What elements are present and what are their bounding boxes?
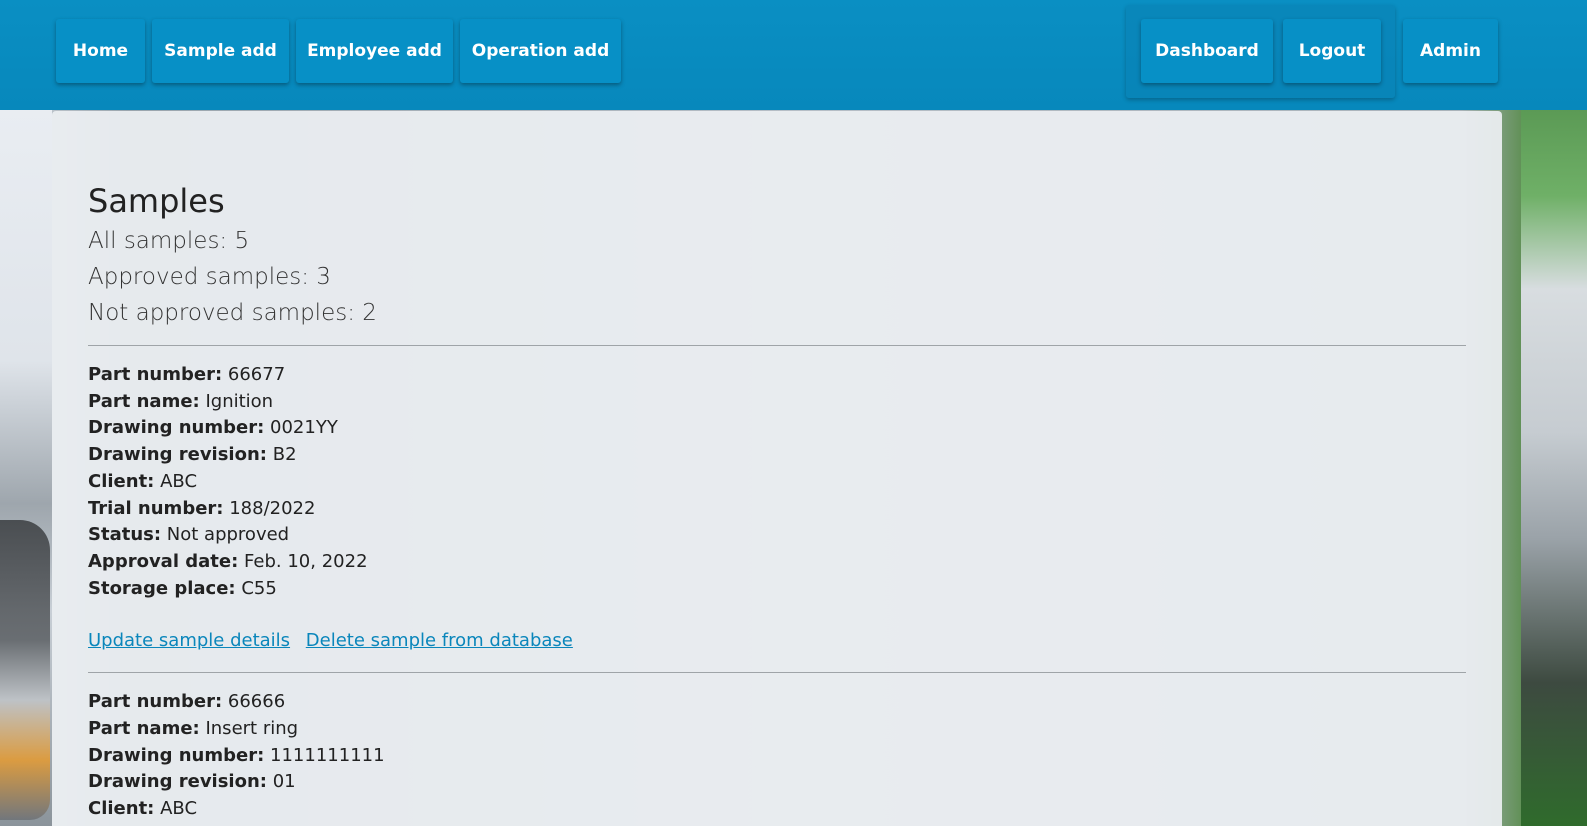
update-sample-link[interactable]: Update sample details xyxy=(88,630,290,651)
nav-employee-add-button[interactable]: Employee add xyxy=(296,19,453,83)
client-field: Client: ABC xyxy=(88,469,1466,496)
part-name-label: Part name: xyxy=(88,390,200,412)
storage-place-label: Storage place: xyxy=(88,577,236,599)
sample-actions: Update sample details Delete sample from… xyxy=(88,628,1466,654)
part-number-field: Part number: 66666 xyxy=(88,689,1466,716)
part-name-field: Part name: Insert ring xyxy=(88,716,1466,743)
client-value: ABC xyxy=(160,798,198,820)
drawing-number-field: Drawing number: 0021YY xyxy=(88,415,1466,442)
divider xyxy=(88,672,1466,674)
all-samples-count: All samples: 5 xyxy=(88,228,250,254)
forklift-image xyxy=(0,520,50,820)
not-approved-samples-count: Not approved samples: 2 xyxy=(88,300,377,326)
drawing-revision-field: Drawing revision: 01 xyxy=(88,769,1466,796)
status-label: Status: xyxy=(88,524,162,546)
divider xyxy=(88,345,1466,346)
sample-record: Part number: 66677 Part name: Ignition D… xyxy=(88,362,1466,654)
nav-dashboard-button[interactable]: Dashboard xyxy=(1141,19,1273,83)
nav-operation-add-button[interactable]: Operation add xyxy=(460,19,621,83)
drawing-number-label: Drawing number: xyxy=(88,417,265,439)
drawing-revision-field: Drawing revision: B2 xyxy=(88,442,1466,469)
client-value: ABC xyxy=(160,470,198,492)
part-number-label: Part number: xyxy=(88,691,223,713)
drawing-number-field: Drawing number: 1111111111 xyxy=(88,743,1466,770)
nav-logout-button[interactable]: Logout xyxy=(1283,19,1381,83)
client-field: Client: ABC xyxy=(88,796,1466,823)
client-label: Client: xyxy=(88,798,155,820)
storage-place-value: C55 xyxy=(241,577,277,599)
status-value: Not approved xyxy=(166,524,290,546)
storage-place-field: Storage place: C55 xyxy=(88,576,1466,603)
approval-date-field: Approval date: Feb. 10, 2022 xyxy=(88,549,1466,576)
status-field: Status: Not approved xyxy=(88,522,1466,549)
nav-left-group: Home Sample add Employee add Operation a… xyxy=(56,19,621,83)
drawing-number-value: 0021YY xyxy=(270,417,338,439)
client-label: Client: xyxy=(88,470,155,492)
drawing-revision-label: Drawing revision: xyxy=(88,771,267,793)
part-number-label: Part number: xyxy=(88,364,223,385)
trial-number-value: 188/2022 xyxy=(229,497,316,519)
background-left xyxy=(0,110,52,826)
delete-sample-link[interactable]: Delete sample from database xyxy=(306,630,573,651)
drawing-number-value: 1111111111 xyxy=(270,744,385,766)
background-right xyxy=(1521,110,1587,826)
nav-home-button[interactable]: Home xyxy=(56,19,145,83)
top-navbar: Home Sample add Employee add Operation a… xyxy=(0,0,1587,110)
part-name-field: Part name: Ignition xyxy=(88,389,1466,416)
samples-content: Samples All samples: 5 Approved samples:… xyxy=(88,181,1466,823)
content-panel: Samples All samples: 5 Approved samples:… xyxy=(52,111,1502,826)
part-number-value: 66666 xyxy=(227,691,286,713)
part-number-value: 66677 xyxy=(227,364,286,385)
nav-admin-button[interactable]: Admin xyxy=(1403,19,1498,83)
trial-number-label: Trial number: xyxy=(88,497,224,519)
drawing-number-label: Drawing number: xyxy=(88,744,265,766)
approved-samples-count: Approved samples: 3 xyxy=(88,264,331,290)
approval-date-value: Feb. 10, 2022 xyxy=(244,550,368,572)
part-name-value: Ignition xyxy=(205,390,274,412)
sample-record: Part number: 66666 Part name: Insert rin… xyxy=(88,689,1466,823)
part-name-value: Insert ring xyxy=(205,718,299,740)
trial-number-field: Trial number: 188/2022 xyxy=(88,496,1466,523)
part-name-label: Part name: xyxy=(88,718,200,740)
drawing-revision-label: Drawing revision: xyxy=(88,444,267,466)
nav-sample-add-button[interactable]: Sample add xyxy=(152,19,289,83)
page-title: Samples xyxy=(88,182,225,220)
approval-date-label: Approval date: xyxy=(88,550,239,572)
part-number-field: Part number: 66677 xyxy=(88,362,1466,389)
drawing-revision-value: 01 xyxy=(272,771,296,793)
drawing-revision-value: B2 xyxy=(272,444,297,466)
